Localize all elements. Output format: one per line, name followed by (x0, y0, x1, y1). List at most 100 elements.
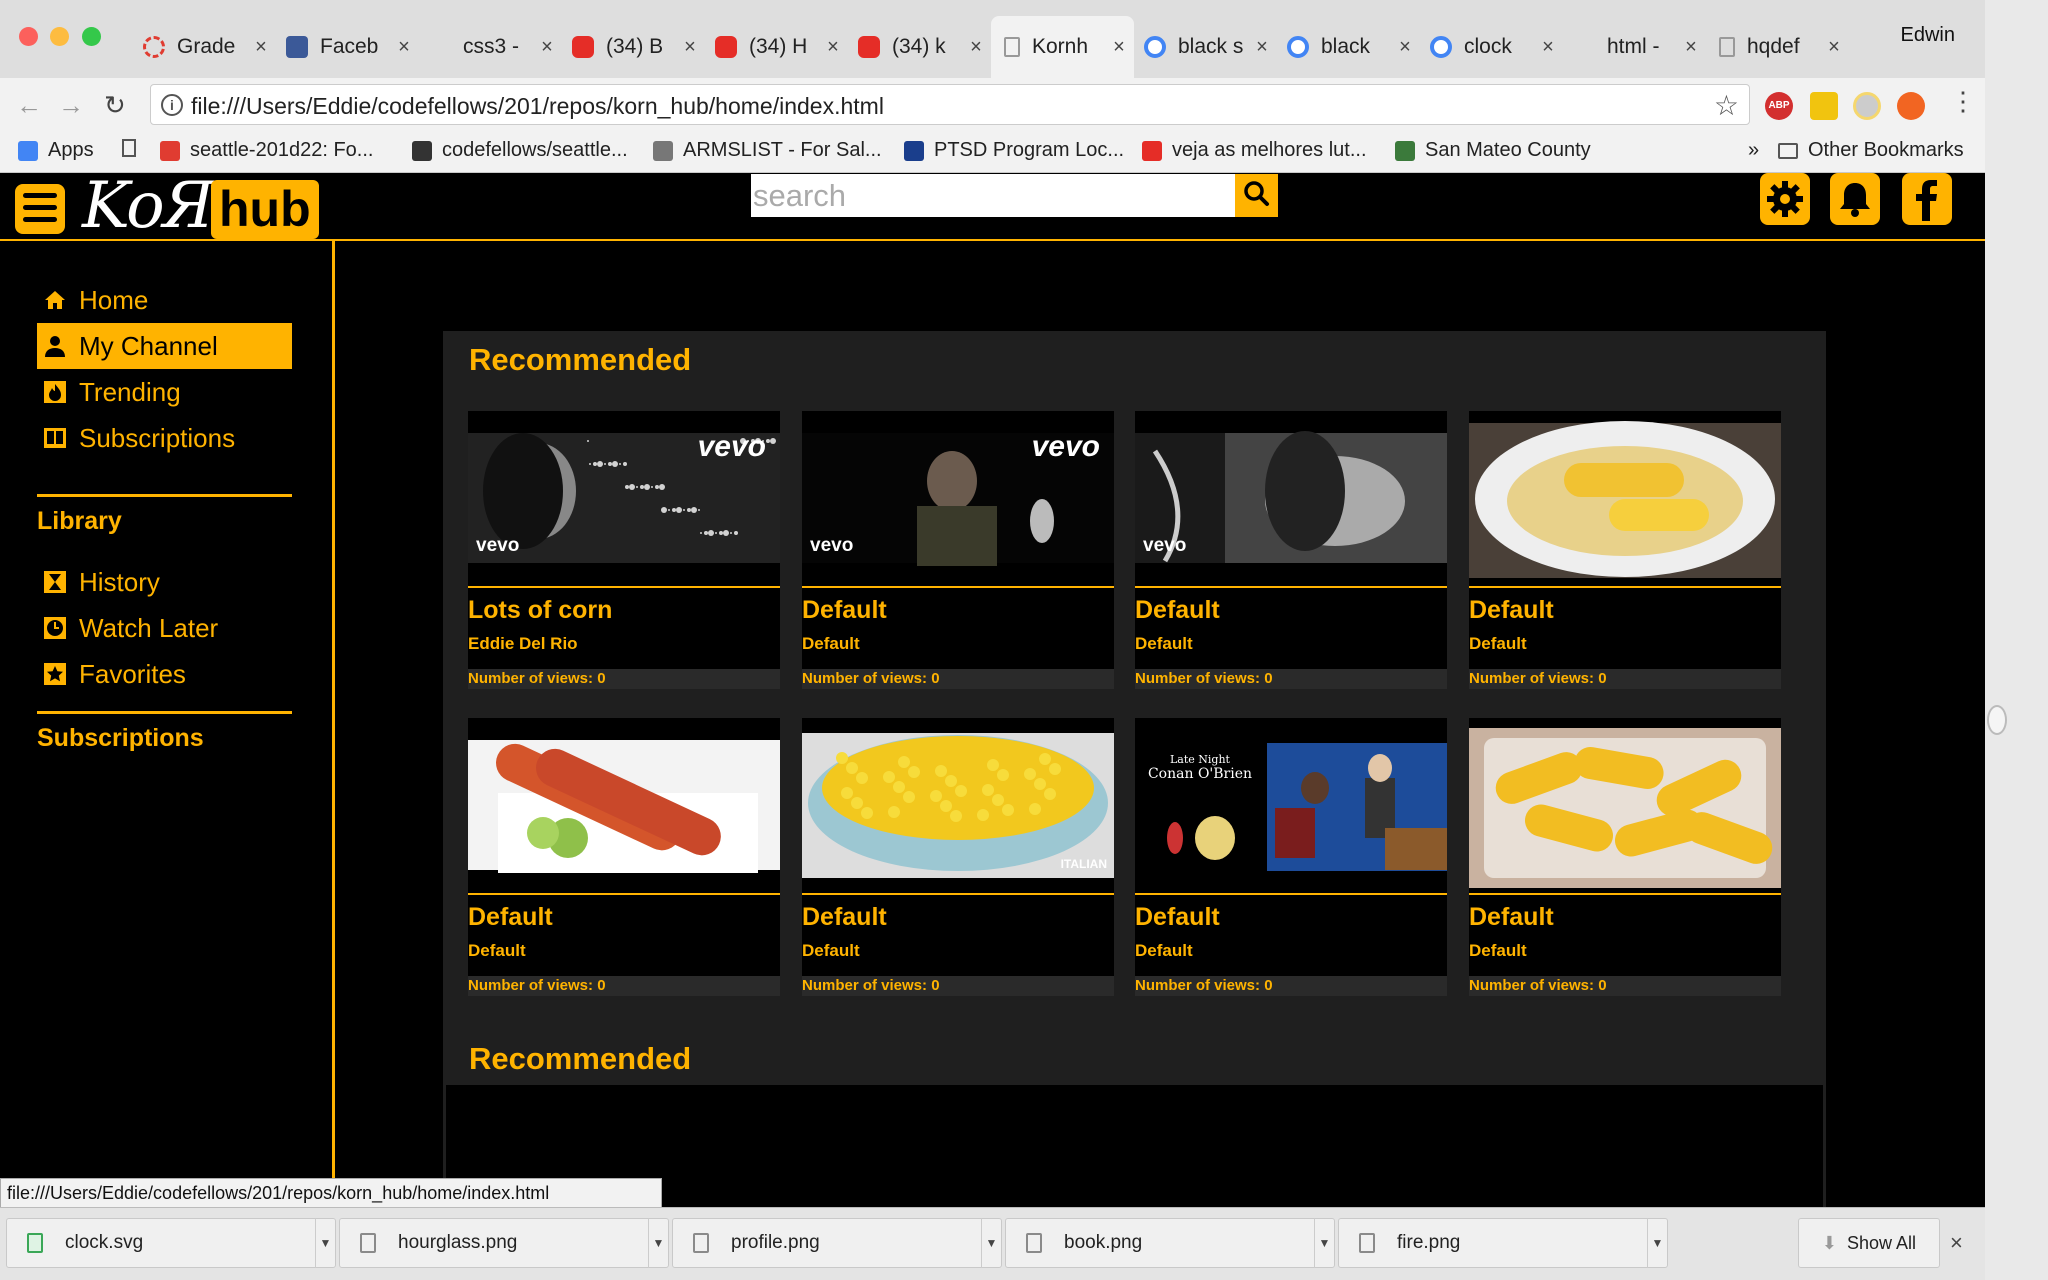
info-icon[interactable]: i (161, 94, 183, 116)
video-title[interactable]: Lots of corn (468, 596, 612, 625)
tab-close-icon[interactable]: × (393, 36, 415, 59)
video-author[interactable]: Eddie Del Rio (468, 634, 578, 654)
download-menu-icon[interactable]: ▼ (981, 1218, 1001, 1268)
browser-tab[interactable]: black × (1277, 16, 1420, 78)
close-window-button[interactable] (19, 27, 38, 46)
browser-tab[interactable]: (34) k × (848, 16, 991, 78)
video-card[interactable]: vevo Default Default Number of views: 0 (1133, 409, 1449, 691)
bookmarks-overflow-icon[interactable]: » (1748, 139, 1759, 162)
video-title[interactable]: Default (802, 596, 887, 625)
tab-close-icon[interactable]: × (965, 36, 987, 59)
download-item[interactable]: clock.svg ▼ (6, 1218, 336, 1268)
browser-tab[interactable]: Grade × (133, 16, 276, 78)
download-menu-icon[interactable]: ▼ (1314, 1218, 1334, 1268)
settings-button[interactable] (1760, 173, 1810, 225)
tab-close-icon[interactable]: × (679, 36, 701, 59)
tab-close-icon[interactable]: × (1251, 36, 1273, 59)
profile-name[interactable]: Edwin (1901, 24, 1955, 47)
browser-tab[interactable]: css3 - × (419, 16, 562, 78)
minimize-window-button[interactable] (50, 27, 69, 46)
video-title[interactable]: Default (802, 903, 887, 932)
video-thumbnail[interactable]: vevo (1135, 411, 1447, 588)
video-author[interactable]: Default (1135, 941, 1193, 961)
video-author[interactable]: Default (1469, 941, 1527, 961)
reload-icon[interactable]: ↻ (104, 90, 126, 121)
notifications-button[interactable] (1830, 173, 1880, 225)
tab-close-icon[interactable]: × (1108, 36, 1130, 59)
video-card[interactable]: vevo vevo Default Default Number of views: 0 (800, 409, 1116, 691)
video-thumbnail[interactable]: vevo vevo (468, 411, 780, 588)
video-title[interactable]: Default (1469, 596, 1554, 625)
browser-tab[interactable]: Kornh × (991, 16, 1134, 78)
tab-close-icon[interactable]: × (1394, 36, 1416, 59)
hamburger-menu-icon[interactable] (15, 184, 65, 234)
sidebar-item-trending[interactable]: Trending (37, 369, 292, 415)
bookmark-item[interactable]: codefellows/seattle... (412, 139, 628, 162)
sidebar-item-my-channel[interactable]: My Channel (37, 323, 292, 369)
bookmark-page-icon[interactable] (122, 139, 146, 157)
tab-close-icon[interactable]: × (250, 36, 272, 59)
address-bar[interactable]: i file:///Users/Eddie/codefellows/201/re… (150, 84, 1750, 125)
subscriptions-heading[interactable]: Subscriptions (37, 724, 204, 753)
tab-close-icon[interactable]: × (536, 36, 558, 59)
download-menu-icon[interactable]: ▼ (315, 1218, 335, 1268)
bookmark-item[interactable]: veja as melhores lut... (1142, 139, 1367, 162)
close-downloads-icon[interactable]: × (1950, 1230, 1963, 1256)
extension-shield-icon[interactable] (1853, 92, 1881, 120)
tab-close-icon[interactable]: × (822, 36, 844, 59)
back-icon[interactable]: ← (16, 90, 42, 121)
video-card[interactable]: vevo vevo Lots of corn Eddie Del Rio Number … (466, 409, 782, 691)
video-author[interactable]: Default (1135, 634, 1193, 654)
tab-close-icon[interactable]: × (1537, 36, 1559, 59)
download-item[interactable]: fire.png ▼ (1338, 1218, 1668, 1268)
sidebar-item-subscriptions[interactable]: Subscriptions (37, 415, 292, 461)
video-title[interactable]: Default (1469, 903, 1554, 932)
video-author[interactable]: Default (802, 941, 860, 961)
adblock-icon[interactable]: ABP (1765, 92, 1793, 120)
sidebar-item-favorites[interactable]: Favorites (37, 651, 292, 697)
bookmark-item[interactable]: Apps (18, 139, 94, 162)
extension-icon[interactable] (1810, 92, 1838, 120)
browser-tab[interactable]: clock × (1420, 16, 1563, 78)
video-title[interactable]: Default (468, 903, 553, 932)
video-author[interactable]: Default (802, 634, 860, 654)
show-all-downloads-button[interactable]: ⬇ Show All (1798, 1218, 1940, 1268)
browser-tab[interactable]: (34) H × (705, 16, 848, 78)
video-card[interactable]: Default Default Number of views: 0 (1467, 716, 1783, 998)
sidebar-item-home[interactable]: Home (37, 277, 292, 323)
sidebar-item-watch-later[interactable]: Watch Later (37, 605, 292, 651)
facebook-button[interactable] (1902, 173, 1952, 225)
video-thumbnail[interactable]: Late Night Conan O'Brien (1135, 718, 1447, 895)
menu-dots-icon[interactable]: ⋮ (1950, 86, 1976, 117)
bookmark-item[interactable]: PTSD Program Loc... (904, 139, 1124, 162)
video-thumbnail[interactable] (1469, 718, 1781, 895)
download-item[interactable]: hourglass.png ▼ (339, 1218, 669, 1268)
logo-hub[interactable]: hub (211, 180, 319, 239)
video-thumbnail[interactable] (468, 718, 780, 895)
video-card[interactable]: Default Default Number of views: 0 (466, 716, 782, 998)
video-thumbnail[interactable]: vevo vevo (802, 411, 1114, 588)
video-author[interactable]: Default (1469, 634, 1527, 654)
video-author[interactable]: Default (468, 941, 526, 961)
browser-tab[interactable]: hqdef × (1706, 16, 1849, 78)
video-title[interactable]: Default (1135, 596, 1220, 625)
tab-close-icon[interactable]: × (1823, 36, 1845, 59)
browser-tab[interactable]: black s × (1134, 16, 1277, 78)
browser-tab[interactable]: Faceb × (276, 16, 419, 78)
search-button[interactable] (1235, 174, 1278, 217)
video-card[interactable]: Default Default Number of views: 0 (1467, 409, 1783, 691)
other-bookmarks[interactable]: Other Bookmarks (1778, 139, 1964, 162)
download-item[interactable]: profile.png ▼ (672, 1218, 1002, 1268)
bookmark-star-icon[interactable]: ☆ (1714, 89, 1739, 122)
download-item[interactable]: book.png ▼ (1005, 1218, 1335, 1268)
zoom-window-button[interactable] (82, 27, 101, 46)
bookmark-item[interactable]: ARMSLIST - For Sal... (653, 139, 882, 162)
download-menu-icon[interactable]: ▼ (1647, 1218, 1667, 1268)
bookmark-item[interactable]: San Mateo County (1395, 139, 1591, 162)
download-menu-icon[interactable]: ▼ (648, 1218, 668, 1268)
address-url[interactable]: file:///Users/Eddie/codefellows/201/repo… (191, 93, 884, 120)
video-thumbnail[interactable] (1469, 411, 1781, 588)
extension-rocket-icon[interactable] (1897, 92, 1925, 120)
video-title[interactable]: Default (1135, 903, 1220, 932)
search-input[interactable] (751, 174, 1235, 217)
